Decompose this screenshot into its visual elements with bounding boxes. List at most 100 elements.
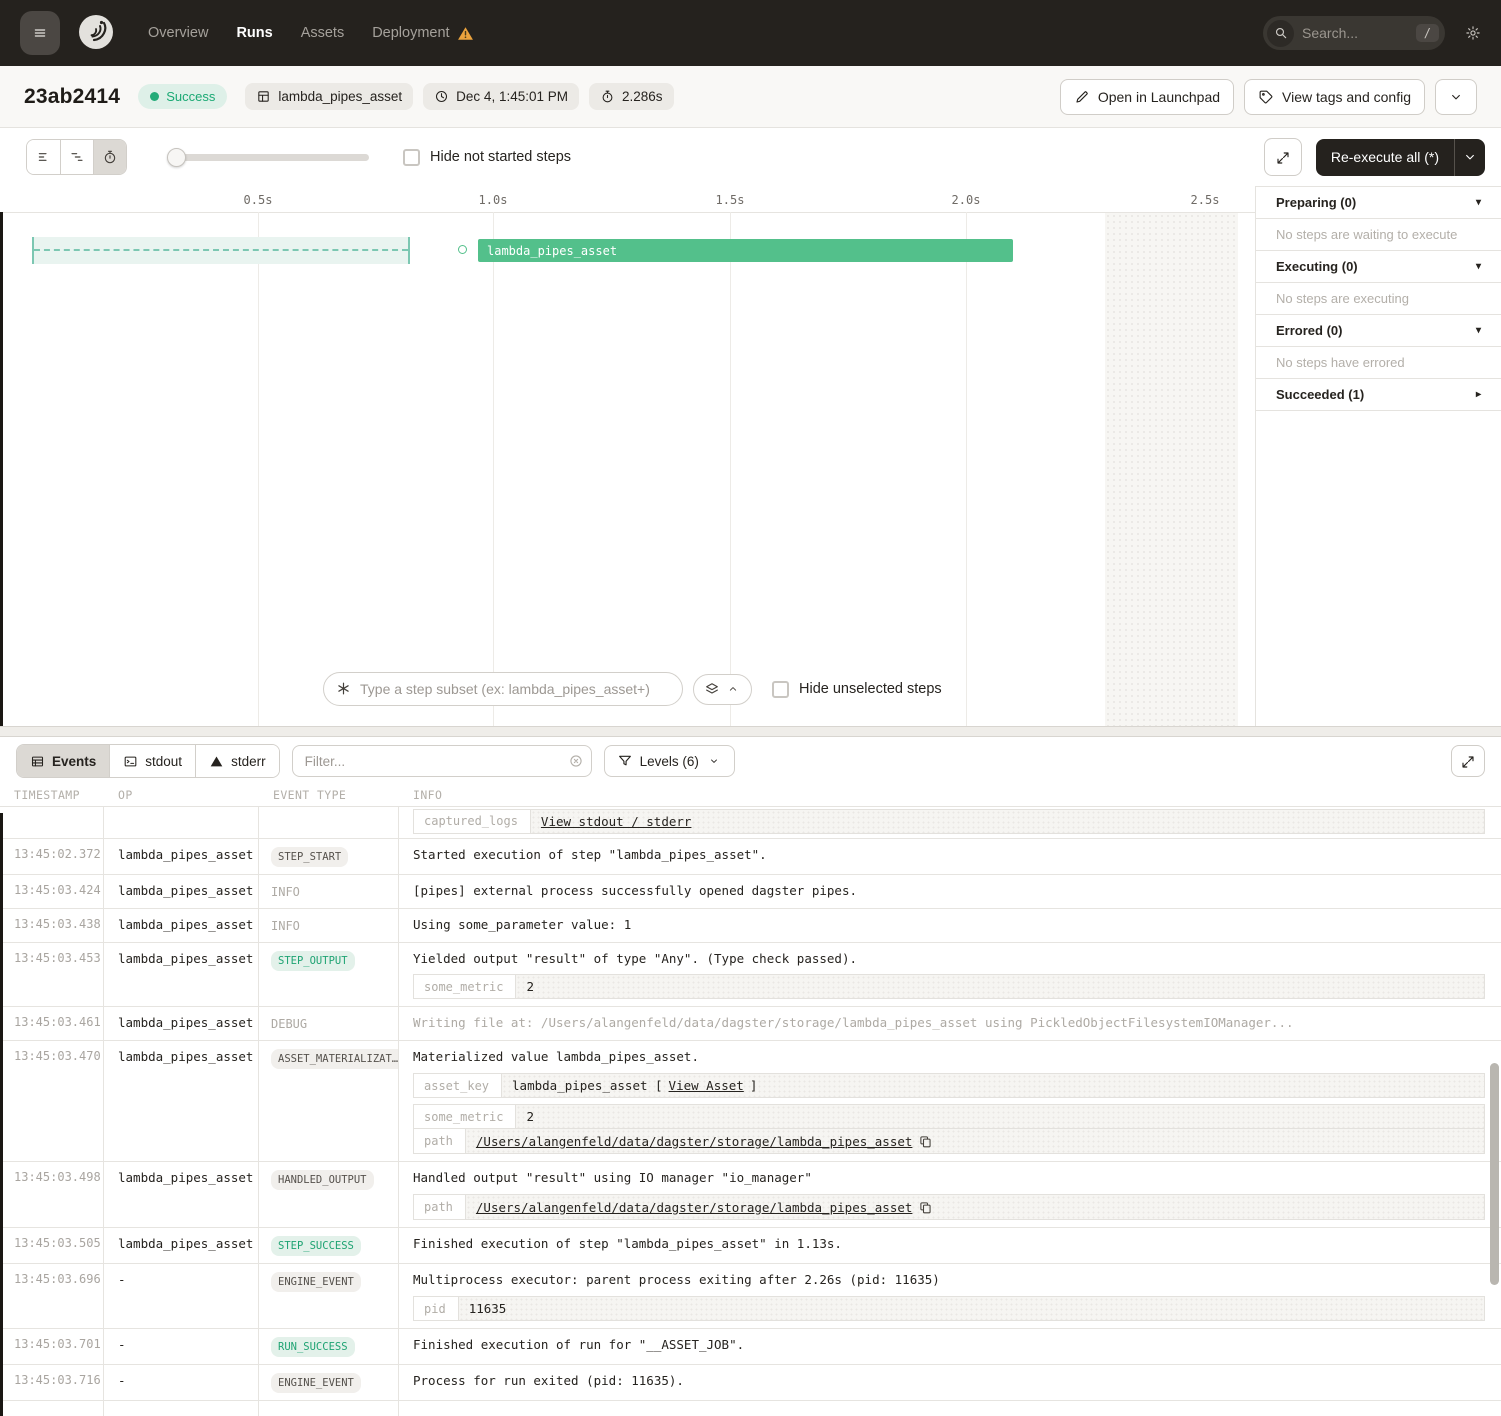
run-more-actions-button[interactable] — [1435, 79, 1477, 115]
tab-events[interactable]: Events — [17, 745, 109, 777]
axis-gridline — [493, 212, 494, 726]
view-tags-config-button[interactable]: View tags and config — [1244, 79, 1425, 115]
nav-item-deployment[interactable]: Deployment — [372, 25, 473, 42]
event-timestamp — [0, 807, 104, 838]
view-mode-flat-button[interactable] — [27, 140, 60, 174]
vertical-scrollbar[interactable] — [1490, 1063, 1499, 1285]
event-log-body: captured_logsView stdout / stderr 13:45:0… — [0, 807, 1501, 1416]
event-timestamp: 13:45:03.701 — [0, 1329, 104, 1364]
event-row[interactable]: 13:45:03.716-ENGINE_EVENTProcess for run… — [0, 1365, 1501, 1401]
copy-icon[interactable] — [918, 1133, 933, 1149]
status-section-executing[interactable]: Executing (0)▾ — [1256, 251, 1501, 283]
event-row[interactable]: 13:45:03.453lambda_pipes_assetSTEP_OUTPU… — [0, 943, 1501, 1008]
expand-icon — [1460, 752, 1476, 769]
run-tag-label: Dec 4, 1:45:01 PM — [456, 89, 568, 104]
nav-item-runs[interactable]: Runs — [236, 25, 272, 42]
event-row[interactable]: 13:45:03.701-RUN_SUCCESSFinished executi… — [0, 1329, 1501, 1365]
status-section-preparing[interactable]: Preparing (0)▾ — [1256, 187, 1501, 219]
metadata-link[interactable]: /Users/alangenfeld/data/dagster/storage/… — [476, 1200, 913, 1215]
open-in-launchpad-button[interactable]: Open in Launchpad — [1060, 79, 1234, 115]
events-expand-button[interactable] — [1451, 745, 1485, 777]
hide-not-started-checkbox[interactable]: Hide not started steps — [403, 149, 571, 166]
gantt-expand-button[interactable] — [1264, 138, 1302, 176]
run-tag-chip[interactable]: 2.286s — [589, 83, 674, 111]
metadata-value: 2 — [516, 1105, 1484, 1128]
hide-unselected-checkbox[interactable]: Hide unselected steps — [772, 681, 942, 698]
gantt-step-bar[interactable]: lambda_pipes_asset — [478, 239, 1013, 262]
metadata-key: pid — [414, 1297, 459, 1320]
event-row[interactable]: 13:45:03.505lambda_pipes_assetSTEP_SUCCE… — [0, 1228, 1501, 1264]
status-section-caption: No steps are executing — [1256, 283, 1501, 315]
tab-stdout[interactable]: stdout — [109, 745, 195, 777]
event-info-text: Finished execution of step "lambda_pipes… — [413, 1236, 1487, 1253]
metadata-value: View stdout / stderr — [531, 810, 1484, 833]
menu-button[interactable] — [20, 11, 60, 55]
event-metadata-row: path/Users/alangenfeld/data/dagster/stor… — [414, 1195, 1484, 1219]
event-info-text: Handled output "result" using IO manager… — [413, 1170, 1487, 1187]
checkbox-box[interactable] — [772, 681, 789, 698]
log-filter-input[interactable] — [292, 745, 592, 777]
event-op: - — [104, 1264, 259, 1328]
run-tag-chip[interactable]: Dec 4, 1:45:01 PM — [423, 83, 579, 111]
status-section-succeeded[interactable]: Succeeded (1)▸ — [1256, 379, 1501, 411]
reexecute-options-button[interactable] — [1454, 139, 1485, 176]
event-info-text: Using some_parameter value: 1 — [413, 917, 1487, 934]
chevron-down-icon — [708, 755, 720, 767]
log-tabs: Eventsstdout stderr — [16, 744, 280, 778]
dagster-logo[interactable] — [74, 11, 118, 55]
tab-label: stderr — [231, 754, 266, 769]
axis-tick-label: 1.5s — [716, 193, 745, 207]
event-row[interactable]: 13:45:03.498lambda_pipes_assetHANDLED_OU… — [0, 1162, 1501, 1228]
status-section-caption: No steps are waiting to execute — [1256, 219, 1501, 251]
axis-gridline — [730, 212, 731, 726]
run-tag-chip[interactable]: lambda_pipes_asset — [245, 83, 413, 111]
event-metadata-row: some_metric2 — [414, 1105, 1484, 1128]
nav-item-overview[interactable]: Overview — [148, 25, 208, 42]
view-mode-waterfall-button[interactable] — [60, 140, 93, 174]
tab-stderr[interactable]: stderr — [195, 745, 279, 777]
event-type: STEP_START — [259, 839, 399, 874]
event-type-badge: RUN_SUCCESS — [271, 1337, 355, 1357]
event-info: Materialized value lambda_pipes_asset.as… — [399, 1041, 1501, 1161]
metadata-link[interactable]: /Users/alangenfeld/data/dagster/storage/… — [476, 1134, 913, 1149]
settings-button[interactable] — [1461, 21, 1485, 45]
primary-nav: Overview Runs Assets Deployment — [148, 25, 474, 42]
status-section-errored[interactable]: Errored (0)▾ — [1256, 315, 1501, 347]
global-search-input[interactable]: Search... / — [1263, 16, 1445, 50]
graph-query-toggle-button[interactable] — [693, 674, 752, 705]
run-header-actions: Open in Launchpad View tags and config — [1060, 79, 1477, 115]
step-subset-input[interactable] — [323, 672, 683, 706]
metadata-link[interactable]: View stdout / stderr — [541, 814, 692, 829]
event-type: STEP_SUCCESS — [259, 1228, 399, 1263]
event-type: HANDLED_OUTPUT — [259, 1162, 399, 1227]
event-row[interactable]: 13:45:03.461lambda_pipes_assetDEBUGWriti… — [0, 1007, 1501, 1041]
nav-item-assets[interactable]: Assets — [301, 25, 345, 42]
event-log-header: TIMESTAMPOPEVENT TYPEINFO — [0, 785, 1501, 807]
copy-icon[interactable] — [918, 1199, 933, 1215]
gantt-section: 0.5s1.0s1.5s2.0s2.5s lambda_pipes_asset … — [0, 186, 1501, 726]
event-row[interactable]: 13:45:03.470lambda_pipes_assetASSET_MATE… — [0, 1041, 1501, 1162]
event-row[interactable]: 13:45:02.372lambda_pipes_assetSTEP_START… — [0, 839, 1501, 875]
tag-icon — [1258, 88, 1274, 105]
reexecute-all-button[interactable]: Re-execute all (*) — [1316, 139, 1454, 176]
event-row[interactable]: 13:45:03.424lambda_pipes_assetINFO[pipes… — [0, 875, 1501, 909]
clear-filter-icon[interactable] — [568, 752, 584, 770]
menu-icon — [32, 25, 48, 41]
checkbox-box[interactable] — [403, 149, 420, 166]
event-metadata-group: path/Users/alangenfeld/data/dagster/stor… — [413, 1194, 1485, 1220]
event-row[interactable]: captured_logsView stdout / stderr — [0, 807, 1501, 839]
slider-thumb[interactable] — [167, 148, 186, 167]
event-row[interactable]: 13:45:03.696-ENGINE_EVENTMultiprocess ex… — [0, 1264, 1501, 1329]
view-asset-link[interactable]: View Asset — [669, 1078, 744, 1093]
event-info: Finished execution of step "lambda_pipes… — [399, 1228, 1501, 1263]
event-metadata-group: captured_logsView stdout / stderr — [413, 809, 1485, 834]
levels-filter-button[interactable]: Levels (6) — [604, 745, 735, 777]
gantt-zoom-slider[interactable] — [169, 148, 369, 166]
event-info: Multiprocess executor: parent process ex… — [399, 1264, 1501, 1328]
event-row[interactable]: 13:45:03.438lambda_pipes_assetINFOUsing … — [0, 909, 1501, 943]
event-op: lambda_pipes_asset — [104, 875, 259, 908]
hide-unselected-label: Hide unselected steps — [799, 681, 942, 697]
panel-splitter[interactable] — [0, 726, 1501, 737]
view-mode-timed-button[interactable] — [93, 140, 126, 174]
log-filter-wrap — [292, 745, 592, 777]
